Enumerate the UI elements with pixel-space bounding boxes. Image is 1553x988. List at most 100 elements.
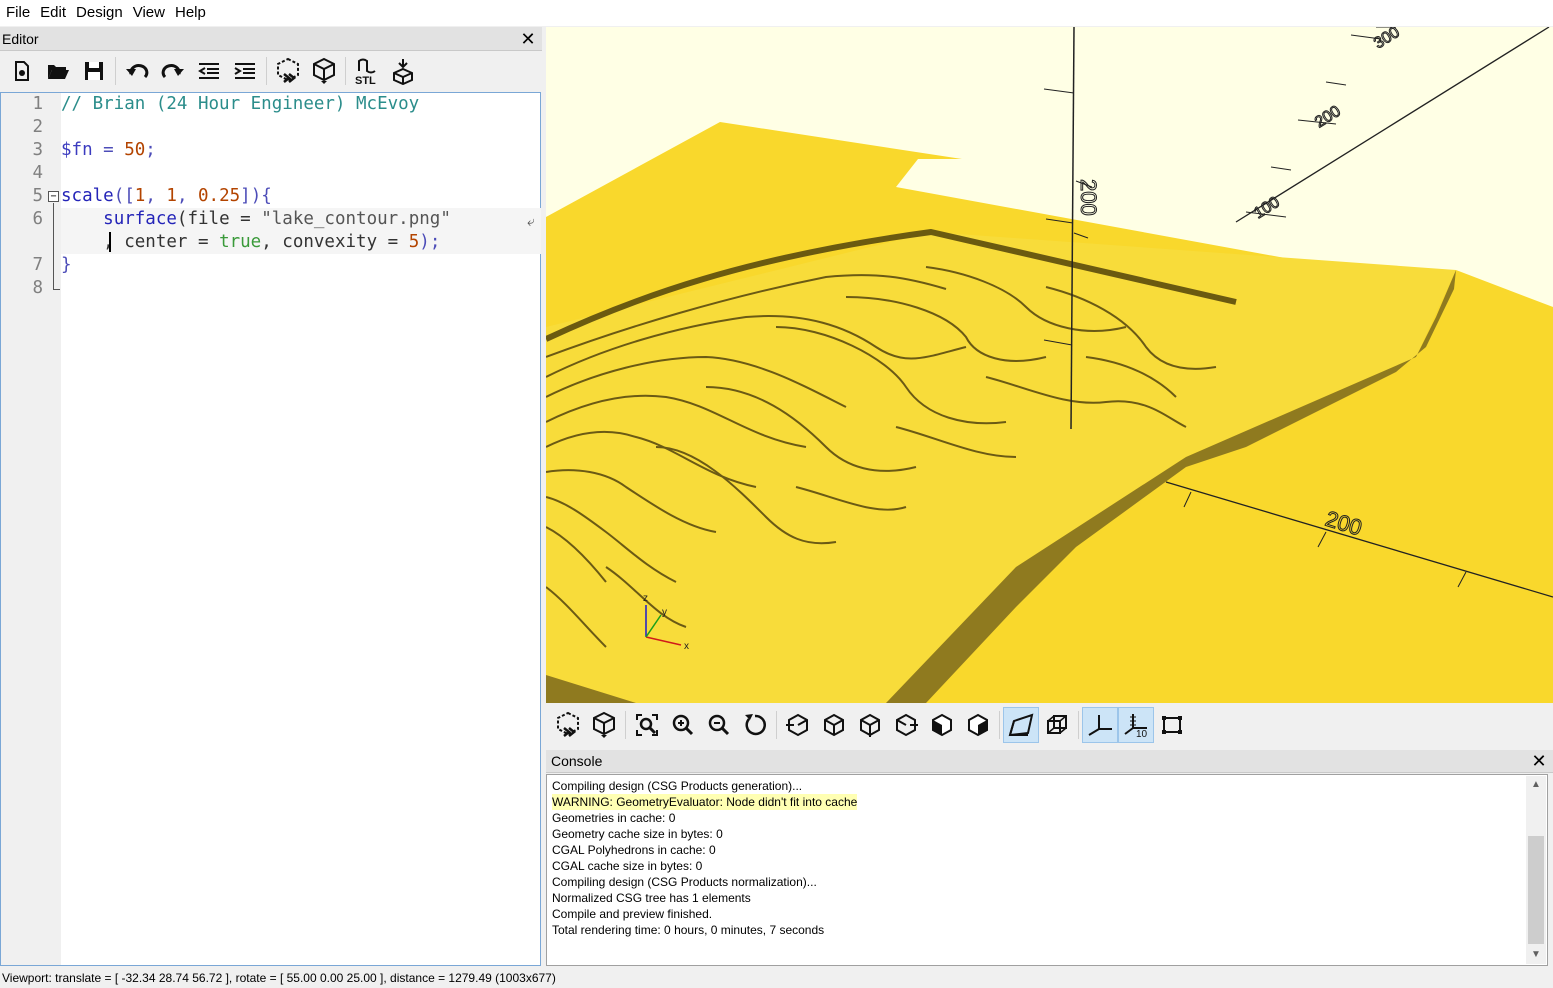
- console-line: Compile and preview finished.: [552, 907, 713, 921]
- code-op: ]){: [240, 186, 272, 206]
- code-op: (file =: [176, 209, 262, 229]
- console-panel: Console ✕ Compiling design (CSG Products…: [546, 750, 1553, 967]
- reset-view-icon[interactable]: [737, 707, 773, 743]
- new-file-icon[interactable]: [4, 54, 40, 88]
- code-op: ([: [113, 186, 135, 206]
- menu-design[interactable]: Design: [74, 0, 131, 26]
- code-num: 0.25: [198, 186, 241, 206]
- perspective-icon[interactable]: [1003, 707, 1039, 743]
- line-number: 8: [32, 278, 43, 298]
- console-line-warning: WARNING: GeometryEvaluator: Node didn't …: [552, 794, 1542, 810]
- preview-icon[interactable]: [270, 54, 306, 88]
- code-fn: surface: [103, 209, 177, 229]
- code-editor[interactable]: 1 2 3 4 5 6 7 8 − // Brian (24 Hour Engi…: [0, 92, 541, 966]
- toolbar-separator: [345, 57, 346, 85]
- menu-edit[interactable]: Edit: [38, 0, 74, 26]
- line-number: 3: [32, 140, 43, 160]
- unindent-icon[interactable]: [191, 54, 227, 88]
- code-var: $fn: [61, 140, 93, 160]
- zoom-in-icon[interactable]: [665, 707, 701, 743]
- code-num: 1: [134, 186, 146, 206]
- scrollbar-thumb[interactable]: [1528, 836, 1544, 944]
- code-op: , center =: [103, 232, 220, 252]
- console-line: Normalized CSG tree has 1 elements: [552, 891, 751, 905]
- code-op: }: [61, 255, 72, 275]
- undo-icon[interactable]: [119, 54, 155, 88]
- render-icon[interactable]: [306, 54, 342, 88]
- fold-end: [53, 289, 60, 290]
- svg-text:STL: STL: [355, 75, 376, 85]
- show-axes-icon[interactable]: [1082, 707, 1118, 743]
- viewport-render: 200 300 200 100 200 z x y: [546, 27, 1553, 703]
- open-file-icon[interactable]: [40, 54, 76, 88]
- toolbar-separator: [625, 711, 626, 739]
- show-scale-markers-icon[interactable]: 10: [1118, 707, 1154, 743]
- scroll-up-icon[interactable]: ▲: [1526, 776, 1546, 794]
- indent-icon[interactable]: [227, 54, 263, 88]
- fold-toggle-icon[interactable]: −: [48, 191, 59, 202]
- console-title: Console: [551, 753, 603, 769]
- console-scrollbar[interactable]: ▲ ▼: [1526, 776, 1546, 964]
- toolbar-separator: [266, 57, 267, 85]
- code-line-6-wrap: , center = true, convexity = 5);: [61, 231, 440, 254]
- editor-toolbar: STL: [0, 51, 542, 91]
- export-stl-icon[interactable]: STL: [349, 54, 385, 88]
- scale-marker-label: 10: [1136, 729, 1148, 738]
- console-line: CGAL Polyhedrons in cache: 0: [552, 843, 716, 857]
- gizmo-y-label: y: [662, 607, 667, 618]
- y-axis: [1235, 27, 1550, 223]
- scroll-down-icon[interactable]: ▼: [1526, 946, 1546, 964]
- text-cursor: [109, 232, 111, 252]
- line-number: 6: [32, 209, 43, 229]
- code-num: 1: [166, 186, 177, 206]
- toolbar-separator: [115, 57, 116, 85]
- 3d-viewport[interactable]: 200 300 200 100 200 z x y: [546, 27, 1553, 703]
- orthogonal-icon[interactable]: [1039, 707, 1075, 743]
- editor-titlebar: Editor ✕: [0, 27, 542, 51]
- console-output[interactable]: Compiling design (CSG Products generatio…: [546, 774, 1548, 966]
- view-front-icon[interactable]: [924, 707, 960, 743]
- editor-panel: Editor ✕ STL 1 2 3 4 5 6 7 8 − // Brian …: [0, 27, 542, 967]
- status-bar: Viewport: translate = [ -32.34 28.74 56.…: [0, 968, 1553, 988]
- toolbar-separator: [1078, 711, 1079, 739]
- render-icon[interactable]: [586, 707, 622, 743]
- code-fn: scale: [61, 186, 114, 206]
- line-number: 1: [32, 94, 43, 114]
- menu-help[interactable]: Help: [173, 0, 214, 26]
- toolbar-separator: [776, 711, 777, 739]
- close-icon[interactable]: ✕: [520, 30, 536, 48]
- view-bottom-icon[interactable]: [852, 707, 888, 743]
- line-number: 2: [32, 117, 43, 137]
- menu-bar: File Edit Design View Help: [0, 0, 1553, 26]
- console-line: Total rendering time: 0 hours, 0 minutes…: [552, 923, 825, 937]
- show-edges-icon[interactable]: [1154, 707, 1190, 743]
- code-op: ,: [145, 186, 167, 206]
- close-icon[interactable]: ✕: [1531, 752, 1547, 770]
- save-icon[interactable]: [76, 54, 112, 88]
- code-kw: true: [219, 232, 262, 252]
- preview-icon[interactable]: [550, 707, 586, 743]
- menu-view[interactable]: View: [131, 0, 173, 26]
- console-line: CGAL cache size in bytes: 0: [552, 859, 703, 873]
- view-back-icon[interactable]: [960, 707, 996, 743]
- view-all-icon[interactable]: [629, 707, 665, 743]
- code-num: 5: [408, 232, 420, 252]
- code-line-5: scale([1, 1, 0.25]){: [61, 185, 272, 208]
- redo-icon[interactable]: [155, 54, 191, 88]
- gizmo-x-label: x: [684, 641, 689, 652]
- console-line: Compiling design (CSG Products generatio…: [552, 779, 803, 793]
- send-to-print-icon[interactable]: [385, 54, 421, 88]
- zoom-out-icon[interactable]: [701, 707, 737, 743]
- view-left-icon[interactable]: [888, 707, 924, 743]
- code-op: , convexity =: [261, 232, 409, 252]
- code-op: ;: [145, 140, 156, 160]
- line-number: 7: [32, 255, 43, 275]
- menu-file[interactable]: File: [4, 0, 38, 26]
- code-op: );: [419, 232, 441, 252]
- view-top-icon[interactable]: [816, 707, 852, 743]
- line-number: 4: [32, 163, 43, 183]
- code-line-7: }: [61, 254, 72, 277]
- view-right-icon[interactable]: [780, 707, 816, 743]
